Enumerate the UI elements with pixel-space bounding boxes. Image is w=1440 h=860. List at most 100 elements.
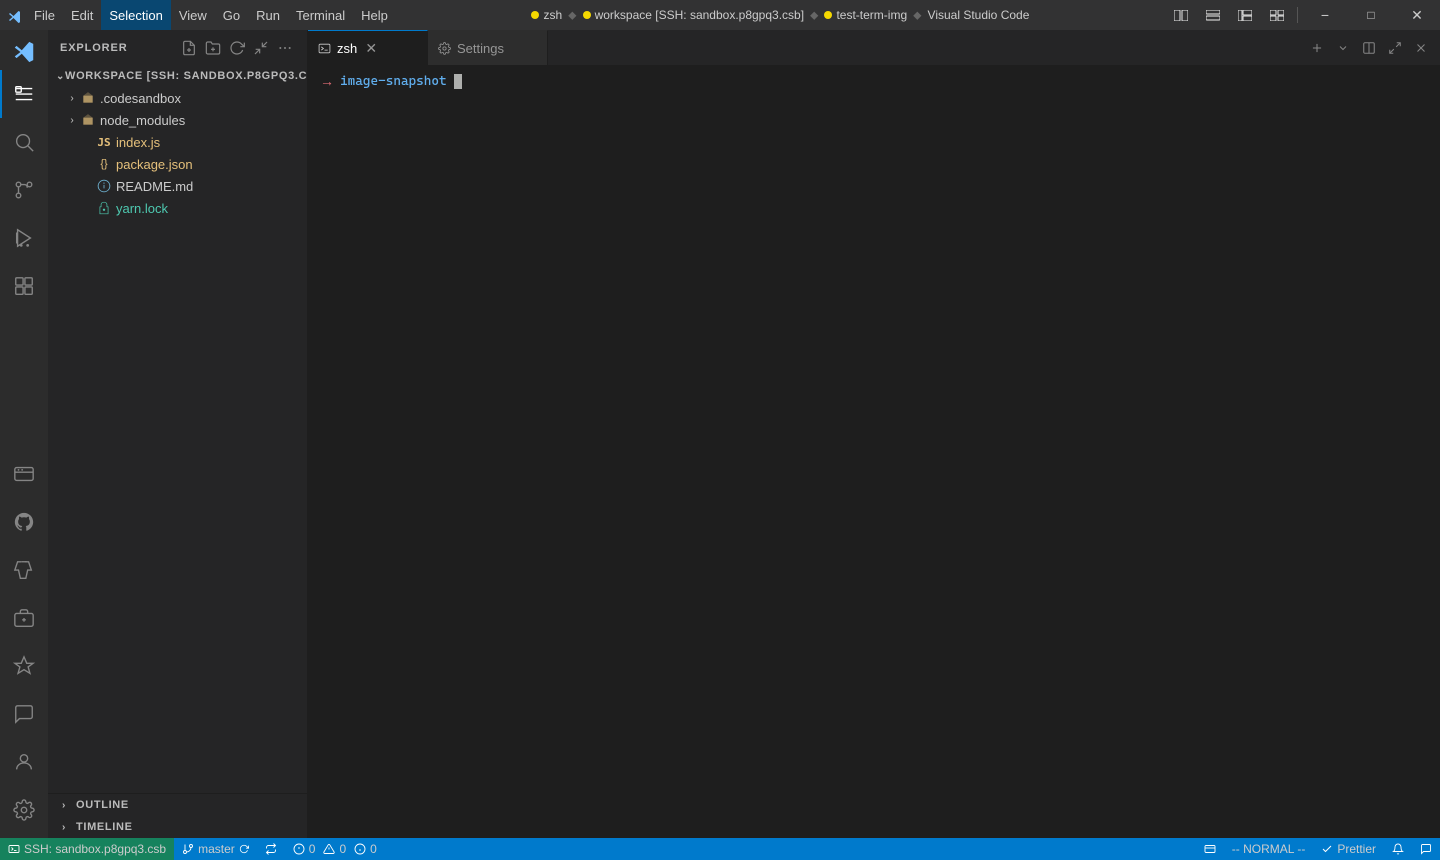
activity-explorer[interactable] bbox=[0, 70, 48, 118]
workspace-root[interactable]: ⌄ WORKSPACE [SSH: SANDBOX.P8GPQ3.CSB] bbox=[48, 65, 307, 87]
activity-container[interactable] bbox=[0, 594, 48, 642]
layout-icon-4[interactable] bbox=[1263, 2, 1291, 28]
split-terminal-button[interactable] bbox=[1358, 37, 1380, 59]
activity-chat[interactable] bbox=[0, 690, 48, 738]
maximize-panel-button[interactable] bbox=[1384, 37, 1406, 59]
status-errors[interactable]: 0 0 0 bbox=[285, 838, 385, 860]
layout-icon-1[interactable] bbox=[1167, 2, 1195, 28]
workspace-dot bbox=[583, 11, 591, 19]
status-vim-mode[interactable]: -- NORMAL -- bbox=[1224, 838, 1314, 860]
titlebar-left: File Edit Selection View Go Run Terminal… bbox=[0, 0, 396, 30]
codesandbox-chevron: › bbox=[64, 93, 80, 104]
titlebar-center: zsh ⬥ workspace [SSH: sandbox.p8gpq3.csb… bbox=[396, 8, 1165, 23]
tree-item-packagejson[interactable]: {} package.json bbox=[48, 153, 307, 175]
menu-file[interactable]: File bbox=[26, 0, 63, 30]
status-publish[interactable] bbox=[257, 838, 285, 860]
status-remote-indicator[interactable] bbox=[1196, 838, 1224, 860]
new-folder-button[interactable] bbox=[203, 38, 223, 58]
close-panel-button[interactable] bbox=[1410, 37, 1432, 59]
activity-vscode-icon[interactable] bbox=[0, 34, 48, 70]
title-testterm: test-term-img bbox=[824, 8, 907, 22]
title-app-name: Visual Studio Code bbox=[928, 8, 1030, 22]
activity-extensions[interactable] bbox=[0, 262, 48, 310]
minimize-button[interactable]: − bbox=[1302, 0, 1348, 30]
menu-run[interactable]: Run bbox=[248, 0, 288, 30]
tabs-bar: zsh ✕ Settings bbox=[308, 30, 1440, 65]
timeline-section-header[interactable]: › TIMELINE bbox=[48, 816, 307, 838]
terminal-area[interactable]: → image-snapshot bbox=[308, 65, 1440, 838]
status-feedback[interactable] bbox=[1412, 838, 1440, 860]
sidebar-header: Explorer bbox=[48, 30, 307, 65]
status-branch[interactable]: master bbox=[174, 838, 257, 860]
tab-zsh[interactable]: zsh ✕ bbox=[308, 30, 428, 65]
layout-icon-3[interactable] bbox=[1231, 2, 1259, 28]
feedback-icon bbox=[1420, 843, 1432, 855]
tree-item-yarnlock[interactable]: yarn.lock bbox=[48, 197, 307, 219]
tree-item-codesandbox[interactable]: › .codesandbox bbox=[48, 87, 307, 109]
activity-settings[interactable] bbox=[0, 786, 48, 834]
title-sep1: ⬥ bbox=[568, 8, 576, 23]
tab-zsh-close[interactable]: ✕ bbox=[363, 40, 379, 56]
menu-terminal[interactable]: Terminal bbox=[288, 0, 353, 30]
node-modules-label: node_modules bbox=[100, 113, 185, 128]
prompt-arrow-icon: → bbox=[320, 73, 334, 89]
activity-account[interactable] bbox=[0, 738, 48, 786]
maximize-button[interactable]: □ bbox=[1348, 0, 1394, 30]
menu-selection[interactable]: Selection bbox=[101, 0, 170, 30]
tree-item-readme[interactable]: README.md bbox=[48, 175, 307, 197]
status-notifications[interactable] bbox=[1384, 838, 1412, 860]
branch-label: master bbox=[198, 842, 235, 856]
timeline-label: TIMELINE bbox=[76, 821, 133, 833]
new-terminal-button[interactable] bbox=[1306, 37, 1328, 59]
menu-help[interactable]: Help bbox=[353, 0, 396, 30]
activity-github[interactable] bbox=[0, 498, 48, 546]
node-modules-chevron: › bbox=[64, 115, 80, 126]
tab-settings[interactable]: Settings bbox=[428, 30, 548, 65]
outline-chevron: › bbox=[56, 800, 72, 811]
tabs-actions bbox=[1298, 30, 1440, 65]
info-icon bbox=[354, 843, 366, 855]
menu-edit[interactable]: Edit bbox=[63, 0, 101, 30]
ssh-icon bbox=[8, 843, 20, 855]
layout-icon-2[interactable] bbox=[1199, 2, 1227, 28]
error-icon bbox=[293, 843, 305, 855]
outline-section-header[interactable]: › OUTLINE bbox=[48, 794, 307, 816]
collapse-all-button[interactable] bbox=[251, 38, 271, 58]
activity-remote-explorer[interactable] bbox=[0, 450, 48, 498]
sidebar: Explorer bbox=[48, 30, 308, 838]
status-bar: SSH: sandbox.p8gpq3.csb master bbox=[0, 838, 1440, 860]
status-ssh[interactable]: SSH: sandbox.p8gpq3.csb bbox=[0, 838, 174, 860]
title-zsh-text: zsh bbox=[543, 8, 562, 22]
menu-go[interactable]: Go bbox=[215, 0, 248, 30]
activity-source-control[interactable] bbox=[0, 166, 48, 214]
bell-icon bbox=[1392, 843, 1404, 855]
codesandbox-folder-icon bbox=[80, 90, 96, 106]
info-count: 0 bbox=[370, 842, 377, 856]
refresh-explorer-button[interactable] bbox=[227, 38, 247, 58]
publish-icon bbox=[265, 843, 277, 855]
file-tree: ⌄ WORKSPACE [SSH: SANDBOX.P8GPQ3.CSB] › … bbox=[48, 65, 307, 793]
testterm-dot bbox=[824, 11, 832, 19]
activity-extensions2[interactable] bbox=[0, 642, 48, 690]
activity-bar bbox=[0, 30, 48, 838]
titlebar-right: − □ ✕ bbox=[1165, 0, 1440, 30]
terminal-dropdown-button[interactable] bbox=[1332, 37, 1354, 59]
menu-view[interactable]: View bbox=[171, 0, 215, 30]
title-zsh: zsh bbox=[531, 8, 562, 22]
more-actions-button[interactable] bbox=[275, 38, 295, 58]
activity-run-debug[interactable] bbox=[0, 214, 48, 262]
terminal-scrollbar[interactable] bbox=[1430, 65, 1440, 838]
activity-testing[interactable] bbox=[0, 546, 48, 594]
tree-item-node-modules[interactable]: › node_modules bbox=[48, 109, 307, 131]
branch-icon bbox=[182, 843, 194, 855]
new-file-button[interactable] bbox=[179, 38, 199, 58]
status-prettier[interactable]: Prettier bbox=[1313, 838, 1384, 860]
tree-item-indexjs[interactable]: JS index.js bbox=[48, 131, 307, 153]
activity-search[interactable] bbox=[0, 118, 48, 166]
main-container: Explorer bbox=[0, 30, 1440, 838]
codesandbox-label: .codesandbox bbox=[100, 91, 181, 106]
indexjs-icon: JS bbox=[96, 134, 112, 150]
title-workspace-text: workspace [SSH: sandbox.p8gpq3.csb] bbox=[595, 8, 804, 22]
close-button[interactable]: ✕ bbox=[1394, 0, 1440, 30]
sidebar-bottom: › OUTLINE › TIMELINE bbox=[48, 793, 307, 838]
